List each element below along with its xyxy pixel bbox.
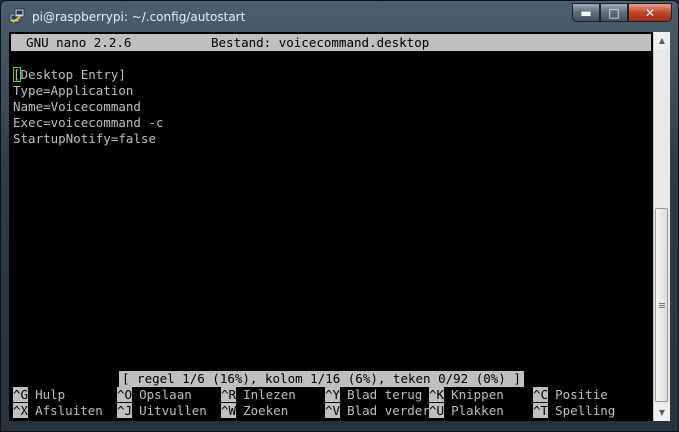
editor-content[interactable]: [Desktop Entry] Type=Application Name=Vo… — [13, 67, 164, 147]
shortcut-exit: ^X Afsluiten — [13, 403, 103, 418]
nano-filename: Bestand: voicecommand.desktop — [211, 35, 430, 50]
status-line: [ regel 1/6 (16%), kolom 1/16 (6%), teke… — [119, 371, 524, 387]
putty-icon — [9, 8, 25, 23]
shortcut-cut: ^K Knippen — [429, 387, 504, 402]
title-bar[interactable]: pi@raspberrypi: ~/.config/autostart ▬ □ … — [1, 1, 678, 31]
editor-line: Type=Application — [13, 83, 134, 98]
shortcut-justify: ^J Uitvullen — [117, 403, 207, 418]
minimize-button[interactable]: ▬ — [572, 3, 600, 22]
shortcut-paste: ^U Plakken — [429, 403, 504, 418]
vertical-scrollbar[interactable]: ▲ ▼ — [653, 32, 670, 421]
scroll-up-arrow-icon[interactable]: ▲ — [654, 32, 670, 49]
shortcut-search: ^W Zoeken — [221, 403, 289, 418]
shortcut-next-page: ^V Blad verder — [325, 403, 430, 418]
text-cursor: [ — [13, 67, 21, 82]
editor-line: Name=Voicecommand — [13, 99, 141, 114]
editor-line: Exec=voicecommand -c — [13, 115, 164, 130]
shortcut-row-2: ^X Afsluiten ^J Uitvullen ^W Zoeken ^V Blad … — [13, 403, 653, 419]
close-button[interactable]: ✕ — [628, 3, 672, 22]
shortcut-save: ^O Opslaan — [117, 387, 192, 402]
scrollbar-thumb[interactable] — [655, 208, 668, 402]
nano-version: GNU nano 2.2.6 — [11, 35, 132, 50]
nano-header: GNU nano 2.2.6 Bestand: voicecommand.desk… — [11, 34, 651, 51]
editor-line: [Desktop Entry] — [13, 67, 126, 82]
window-controls: ▬ □ ✕ — [572, 3, 672, 23]
shortcut-read-file: ^R Inlezen — [221, 387, 296, 402]
scroll-down-arrow-icon[interactable]: ▼ — [654, 404, 670, 421]
shortcut-prev-page: ^Y Blad terug — [325, 387, 423, 402]
terminal-area[interactable]: GNU nano 2.2.6 Bestand: voicecommand.desk… — [9, 32, 653, 421]
shortcut-help: ^G Hulp — [13, 387, 66, 402]
shortcut-spelling: ^T Spelling — [533, 403, 616, 418]
shortcut-row-1: ^G Hulp ^O Opslaan ^R Inlezen ^Y Blad terug … — [13, 387, 653, 403]
window-title: pi@raspberrypi: ~/.config/autostart — [32, 10, 246, 24]
terminal-window: pi@raspberrypi: ~/.config/autostart ▬ □ … — [0, 0, 679, 432]
editor-line: StartupNotify=false — [13, 131, 156, 146]
maximize-button[interactable]: □ — [600, 3, 628, 22]
shortcut-bar: ^G Hulp ^O Opslaan ^R Inlezen ^Y Blad terug … — [13, 387, 653, 419]
shortcut-position: ^C Positie — [533, 387, 608, 402]
